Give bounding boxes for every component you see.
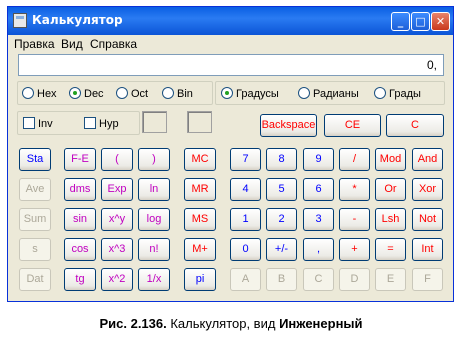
checkbox-inv[interactable]: Inv: [23, 117, 53, 130]
minus-button[interactable]: -: [339, 208, 370, 231]
ce-button[interactable]: CE: [324, 114, 381, 137]
radio-hex[interactable]: Hex: [22, 87, 57, 100]
hex-e-button[interactable]: E: [375, 268, 406, 291]
digit-3-button[interactable]: 3: [303, 208, 334, 231]
factorial-button[interactable]: n!: [138, 238, 170, 261]
s-button[interactable]: s: [19, 238, 51, 261]
memory-indicator: [187, 111, 212, 133]
minimize-button[interactable]: _: [391, 12, 410, 31]
digit-1-button[interactable]: 1: [230, 208, 261, 231]
radio-oct[interactable]: Oct: [116, 87, 148, 100]
radio-bin[interactable]: Bin: [162, 87, 193, 100]
digit-4-button[interactable]: 4: [230, 178, 261, 201]
window-title: Калькулятор: [32, 13, 123, 27]
reciprocal-button[interactable]: 1/x: [138, 268, 170, 291]
digit-0-button[interactable]: 0: [230, 238, 261, 261]
title-bar[interactable]: Калькулятор _ □ ✕: [8, 7, 453, 35]
or-button[interactable]: Or: [375, 178, 406, 201]
radio-dec[interactable]: Dec: [69, 87, 104, 100]
close-paren-button[interactable]: ): [138, 148, 170, 171]
ms-button[interactable]: MS: [184, 208, 216, 231]
digit-5-button[interactable]: 5: [266, 178, 297, 201]
radio-degrees[interactable]: Градусы: [221, 87, 279, 100]
x-cubed-button[interactable]: x^3: [101, 238, 133, 261]
x-pow-y-button[interactable]: x^y: [101, 208, 133, 231]
menu-view[interactable]: Вид: [61, 37, 83, 51]
inv-hyp-group: Inv Hyp: [17, 111, 140, 135]
figure-caption: Рис. 2.136. Калькулятор, вид Инженерный: [0, 316, 462, 331]
x-squared-button[interactable]: x^2: [101, 268, 133, 291]
menu-edit[interactable]: Правка: [14, 37, 55, 51]
dms-button[interactable]: dms: [64, 178, 96, 201]
hex-a-button[interactable]: A: [230, 268, 261, 291]
m-plus-button[interactable]: M+: [184, 238, 216, 261]
mod-button[interactable]: Mod: [375, 148, 406, 171]
decimal-button[interactable]: ,: [303, 238, 334, 261]
fe-button[interactable]: F-E: [64, 148, 96, 171]
sta-button[interactable]: Sta: [19, 148, 51, 171]
int-button[interactable]: Int: [412, 238, 443, 261]
hex-b-button[interactable]: B: [266, 268, 297, 291]
ln-button[interactable]: ln: [138, 178, 170, 201]
calculator-app-icon: [13, 13, 27, 28]
sum-button[interactable]: Sum: [19, 208, 51, 231]
hex-c-button[interactable]: C: [303, 268, 334, 291]
ave-button[interactable]: Ave: [19, 178, 51, 201]
tg-button[interactable]: tg: [64, 268, 96, 291]
calculator-window: Калькулятор _ □ ✕ Правка Вид Справка 0, …: [7, 6, 454, 302]
hex-d-button[interactable]: D: [339, 268, 370, 291]
not-button[interactable]: Not: [412, 208, 443, 231]
mc-button[interactable]: MC: [184, 148, 216, 171]
plus-minus-button[interactable]: +/-: [266, 238, 297, 261]
digit-9-button[interactable]: 9: [303, 148, 334, 171]
log-button[interactable]: log: [138, 208, 170, 231]
checkbox-hyp[interactable]: Hyp: [84, 117, 119, 130]
parenthesis-indicator: [142, 111, 167, 133]
dat-button[interactable]: Dat: [19, 268, 51, 291]
digit-6-button[interactable]: 6: [303, 178, 334, 201]
calculator-display: 0,: [18, 54, 444, 76]
caption-bold: Инженерный: [279, 316, 363, 331]
mr-button[interactable]: MR: [184, 178, 216, 201]
divide-button[interactable]: /: [339, 148, 370, 171]
and-button[interactable]: And: [412, 148, 443, 171]
radio-radians[interactable]: Радианы: [298, 87, 359, 100]
menu-help[interactable]: Справка: [90, 37, 137, 51]
caption-text: Калькулятор, вид: [170, 316, 276, 331]
caption-prefix: Рис. 2.136.: [99, 316, 167, 331]
close-button[interactable]: ✕: [431, 12, 450, 31]
digit-7-button[interactable]: 7: [230, 148, 261, 171]
radio-grads[interactable]: Грады: [374, 87, 421, 100]
hex-f-button[interactable]: F: [412, 268, 443, 291]
pi-button[interactable]: pi: [184, 268, 216, 291]
angle-units-group: Градусы Радианы Грады: [215, 81, 445, 105]
menu-bar: Правка Вид Справка: [8, 35, 453, 52]
backspace-button[interactable]: Backspace: [260, 114, 317, 137]
digit-8-button[interactable]: 8: [266, 148, 297, 171]
equals-button[interactable]: =: [375, 238, 406, 261]
number-system-group: Hex Dec Oct Bin: [17, 81, 213, 105]
lsh-button[interactable]: Lsh: [375, 208, 406, 231]
sin-button[interactable]: sin: [64, 208, 96, 231]
digit-2-button[interactable]: 2: [266, 208, 297, 231]
cos-button[interactable]: cos: [64, 238, 96, 261]
xor-button[interactable]: Xor: [412, 178, 443, 201]
plus-button[interactable]: +: [339, 238, 370, 261]
maximize-button[interactable]: □: [411, 12, 430, 31]
clear-button[interactable]: C: [386, 114, 444, 137]
exp-button[interactable]: Exp: [101, 178, 133, 201]
open-paren-button[interactable]: (: [101, 148, 133, 171]
multiply-button[interactable]: *: [339, 178, 370, 201]
